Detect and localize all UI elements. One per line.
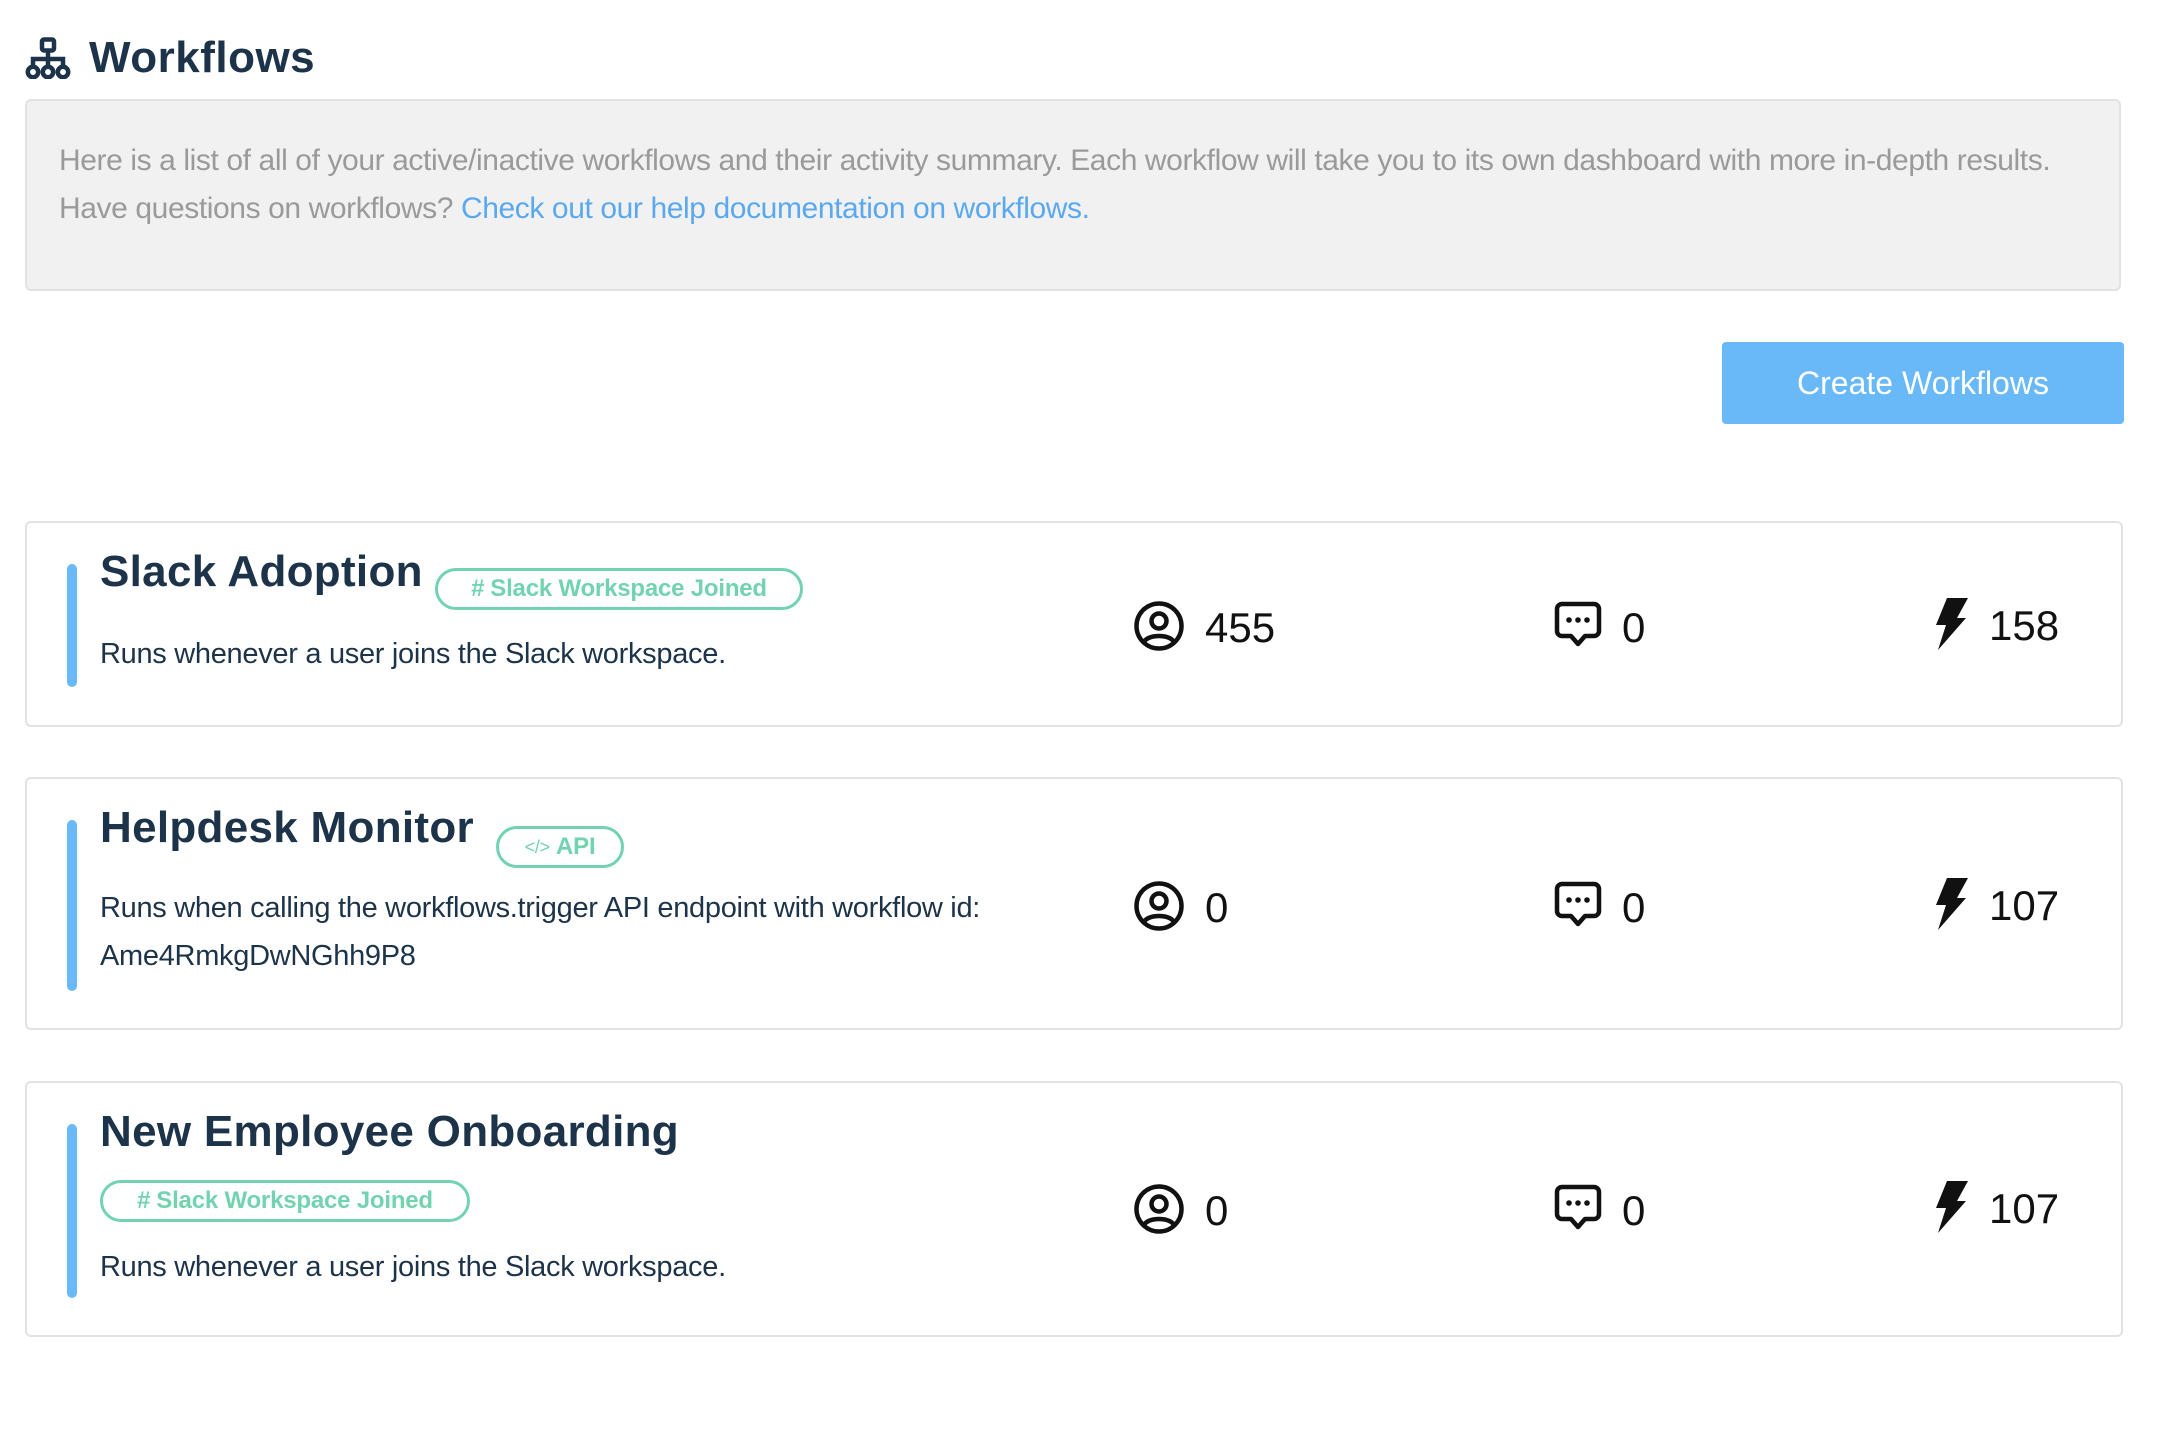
bolt-icon: [1935, 877, 1969, 936]
runs-count: 158: [1989, 602, 2060, 649]
workflow-title[interactable]: Slack Adoption: [100, 547, 423, 597]
page-header: Workflows: [25, 30, 315, 86]
slack-hash-icon: #: [471, 575, 485, 602]
trigger-badge: </> API: [496, 826, 624, 868]
users-count: 0: [1205, 1187, 1229, 1234]
users-stat: 455: [1133, 600, 1276, 657]
accent-bar: [67, 564, 77, 687]
users-count: 0: [1205, 884, 1229, 931]
messages-stat: 0: [1554, 881, 1645, 935]
sitemap-icon: [25, 37, 71, 80]
workflow-card[interactable]: Helpdesk Monitor </> API Runs when calli…: [25, 777, 2123, 1030]
messages-stat: 0: [1554, 1184, 1645, 1238]
trigger-label: API: [556, 833, 596, 860]
messages-count: 0: [1622, 884, 1646, 931]
runs-stat: 107: [1935, 1180, 2060, 1239]
info-banner: Here is a list of all of your active/ina…: [25, 99, 2121, 291]
workflow-description: Runs when calling the workflows.trigger …: [100, 892, 981, 972]
workflow-description: Runs whenever a user joins the Slack wor…: [100, 1251, 726, 1283]
info-trailing: .: [1081, 192, 1090, 225]
bolt-icon: [1935, 597, 1969, 656]
user-circle-icon: [1133, 1183, 1185, 1240]
accent-bar: [67, 820, 77, 991]
messages-count: 0: [1622, 604, 1646, 651]
code-icon: </>: [524, 836, 551, 857]
users-stat: 0: [1133, 880, 1229, 937]
workflow-title[interactable]: Helpdesk Monitor: [100, 803, 474, 853]
workflow-description: Runs whenever a user joins the Slack wor…: [100, 638, 726, 670]
user-circle-icon: [1133, 600, 1185, 657]
runs-count: 107: [1989, 882, 2060, 929]
message-dots-icon: [1554, 1184, 1602, 1239]
runs-stat: 107: [1935, 877, 2060, 936]
runs-stat: 158: [1935, 597, 2060, 656]
messages-stat: 0: [1554, 601, 1645, 655]
bolt-icon: [1935, 1180, 1969, 1239]
workflow-card[interactable]: Slack Adoption # Slack Workspace Joined …: [25, 521, 2123, 727]
users-count: 455: [1205, 604, 1276, 651]
trigger-badge: # Slack Workspace Joined: [100, 1180, 470, 1222]
workflow-title[interactable]: New Employee Onboarding: [100, 1107, 679, 1157]
create-workflows-button[interactable]: Create Workflows: [1722, 342, 2124, 424]
accent-bar: [67, 1124, 77, 1298]
users-stat: 0: [1133, 1183, 1229, 1240]
trigger-badge: # Slack Workspace Joined: [435, 568, 803, 610]
trigger-label: Slack Workspace Joined: [490, 575, 767, 602]
workflow-card[interactable]: New Employee Onboarding # Slack Workspac…: [25, 1081, 2123, 1337]
runs-count: 107: [1989, 1185, 2060, 1232]
trigger-label: Slack Workspace Joined: [156, 1187, 433, 1214]
message-dots-icon: [1554, 881, 1602, 936]
slack-hash-icon: #: [137, 1187, 151, 1214]
info-text: Here is a list of all of your active/ina…: [59, 137, 2069, 233]
help-docs-link[interactable]: Check out our help documentation on work…: [461, 192, 1082, 225]
user-circle-icon: [1133, 880, 1185, 937]
page-title: Workflows: [89, 33, 316, 82]
messages-count: 0: [1622, 1187, 1646, 1234]
message-dots-icon: [1554, 601, 1602, 656]
